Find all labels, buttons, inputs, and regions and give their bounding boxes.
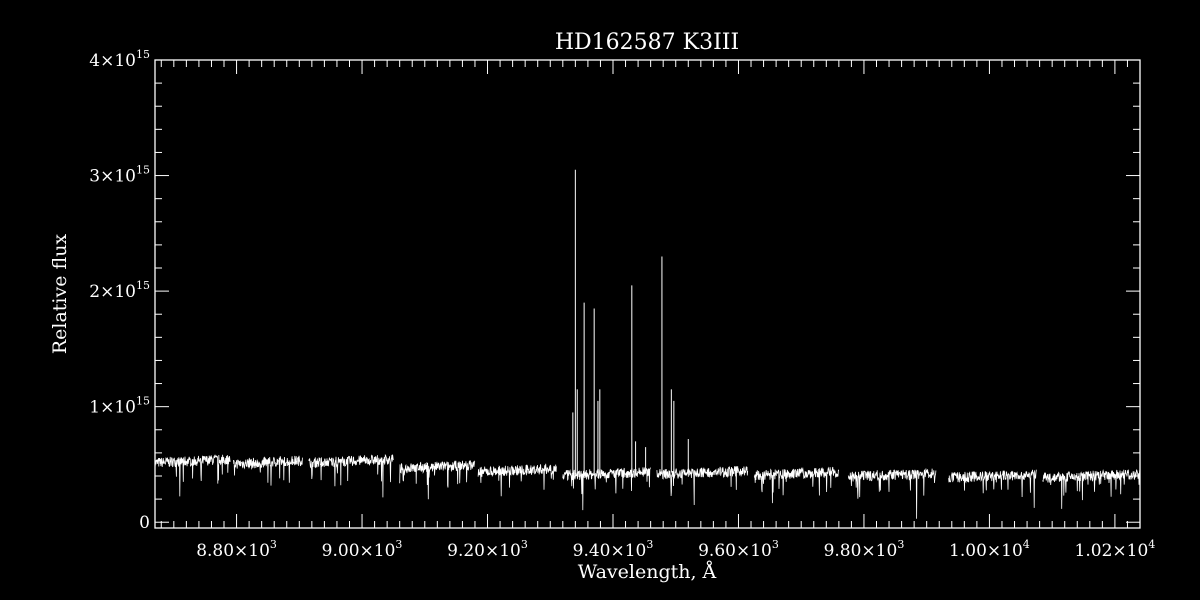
spectrum-segment-4 — [399, 460, 476, 500]
spectrum-segment-9 — [847, 468, 937, 519]
spectrum-segment-11 — [1042, 469, 1141, 509]
spectrum-segment-2 — [233, 455, 303, 486]
y-tick-label-exponent: 15 — [136, 48, 150, 61]
y-tick-label-2: 1×1015 — [89, 395, 150, 418]
y-tick-label-5: 4×1015 — [89, 48, 150, 71]
x-tick-label-exponent: 3 — [270, 538, 277, 551]
x-tick-label-7: 1.00×104 — [949, 538, 1030, 561]
y-tick-label-exponent: 15 — [136, 395, 150, 408]
x-tick-label-5: 9.60×103 — [698, 538, 779, 561]
spectrum-segment-7 — [656, 465, 749, 506]
x-tick-label-mantissa: 1.00×10 — [949, 541, 1023, 561]
y-tick-label-mantissa: 2×10 — [89, 282, 136, 302]
x-tick-label-exponent: 3 — [772, 538, 779, 551]
x-tick-label-mantissa: 9.80×10 — [824, 541, 898, 561]
x-tick-label-8: 1.02×104 — [1075, 538, 1156, 561]
x-tick-label-mantissa: 9.40×10 — [573, 541, 647, 561]
x-tick-label-mantissa: 9.20×10 — [447, 541, 521, 561]
spectrum-segment-3 — [308, 454, 394, 498]
x-axis-label: Wavelength, Å — [578, 561, 717, 583]
x-tick-label-4: 9.40×103 — [573, 538, 654, 561]
plot-area: 8.80×103 9.00×103 9.20×103 9.40×103 9.60×103… — [89, 48, 1155, 561]
x-tick-label-6: 9.80×103 — [824, 538, 905, 561]
x-tick-label-mantissa: 9.60×10 — [698, 541, 772, 561]
spectrum-segment-10 — [948, 469, 1037, 508]
y-tick-label-mantissa: 0 — [139, 513, 150, 533]
spectrum-segment-8 — [753, 466, 840, 504]
x-tick-label-mantissa: 8.80×10 — [196, 541, 270, 561]
spectrum-segment-6 — [562, 467, 651, 511]
y-tick-label-exponent: 15 — [136, 279, 150, 292]
y-tick-label-mantissa: 1×10 — [89, 398, 136, 418]
spectrum-segment-5 — [477, 463, 557, 497]
y-tick-label-mantissa: 4×10 — [89, 51, 136, 71]
chart-title: HD162587 K3III — [555, 30, 739, 55]
x-tick-label-exponent: 3 — [897, 538, 904, 551]
x-tick-label-exponent: 3 — [395, 538, 402, 551]
y-axis-label: Relative flux — [49, 234, 71, 355]
x-tick-label-2: 9.00×103 — [322, 538, 403, 561]
x-tick-label-exponent: 3 — [521, 538, 528, 551]
spectrum-segment-1 — [154, 454, 231, 497]
y-tick-label-4: 3×1015 — [89, 164, 150, 187]
x-tick-label-mantissa: 1.02×10 — [1075, 541, 1149, 561]
x-tick-label-1: 8.80×103 — [196, 538, 277, 561]
x-tick-label-exponent: 4 — [1148, 538, 1155, 551]
x-tick-label-exponent: 3 — [646, 538, 653, 551]
y-tick-label-mantissa: 3×10 — [89, 167, 136, 187]
y-tick-label-3: 2×1015 — [89, 279, 150, 302]
x-tick-label-3: 9.20×103 — [447, 538, 528, 561]
spectrum-chart: HD162587 K3III Wavelength, Å Relative fl… — [49, 30, 1155, 583]
x-tick-label-exponent: 4 — [1023, 538, 1030, 551]
x-tick-label-mantissa: 9.00×10 — [322, 541, 396, 561]
y-tick-label-1: 0 — [139, 513, 150, 533]
y-tick-label-exponent: 15 — [136, 164, 150, 177]
